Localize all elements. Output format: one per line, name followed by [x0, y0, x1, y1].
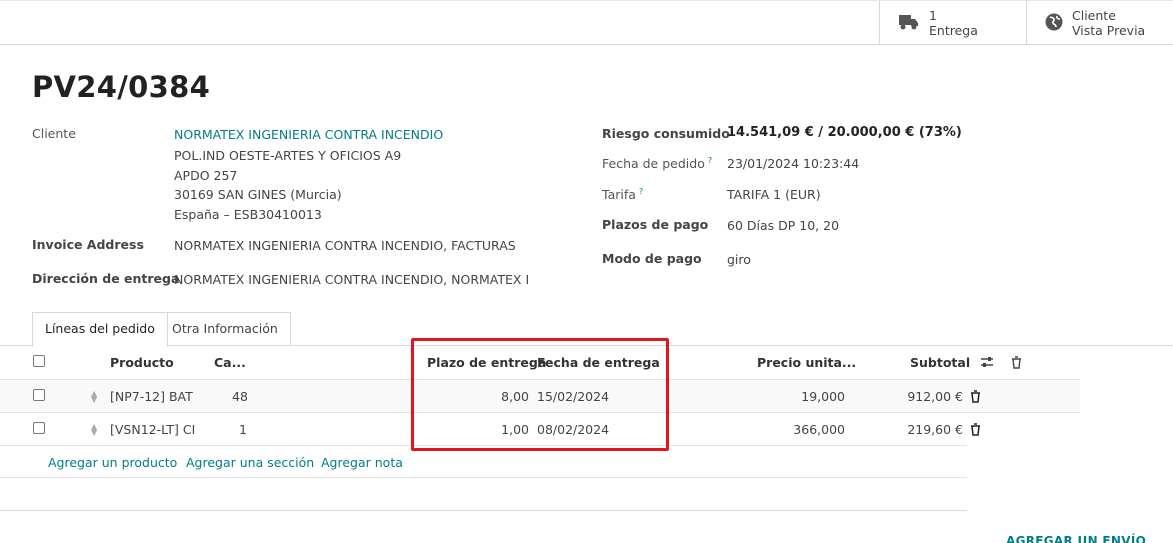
customer-link[interactable]: NORMATEX INGENIERIA CONTRA INCENDIO [174, 127, 443, 142]
help-icon[interactable]: ? [639, 187, 643, 196]
address-line-3: 30169 SAN GINES (Murcia) [174, 187, 342, 202]
globe-icon [1045, 13, 1063, 34]
risk-value: 14.541,09 € / 20.000,00 € (73%) [727, 125, 962, 140]
pricelist-field[interactable]: TARIFA 1 (EUR) [727, 187, 821, 202]
payment-mode-label: Modo de pago [602, 251, 702, 266]
line-subtotal: 912,00 € [907, 389, 963, 404]
truck-icon [898, 13, 920, 34]
order-date-field[interactable]: 23/01/2024 10:23:44 [727, 156, 859, 171]
line-unit-price[interactable]: 19,000 [745, 389, 845, 404]
column-unit-price[interactable]: Precio unita... [757, 355, 856, 370]
help-icon[interactable]: ? [708, 156, 712, 165]
add-shipping-button[interactable]: AGREGAR UN ENVÍO [1006, 534, 1146, 543]
preview-line1: Cliente [1072, 8, 1116, 23]
trash-icon[interactable] [1011, 356, 1022, 372]
order-date-label-text: Fecha de pedido [602, 156, 705, 172]
line-product[interactable]: [NP7-12] BAT [110, 389, 193, 404]
line-product[interactable]: [VSN12-LT] CI [110, 422, 195, 437]
trash-icon[interactable] [970, 423, 981, 439]
trash-icon[interactable] [970, 390, 981, 406]
line-quantity[interactable]: 1 [239, 422, 247, 437]
address-line-4: España – ESB30410013 [174, 207, 322, 222]
drag-handle-icon[interactable]: ▲ ▼ [91, 390, 97, 404]
payment-mode-field[interactable]: giro [727, 252, 751, 267]
preview-line2: Vista Previa [1072, 23, 1146, 38]
column-product[interactable]: Producto [110, 355, 174, 370]
line-subtotal: 219,60 € [907, 422, 963, 437]
invoice-address-field[interactable]: NORMATEX INGENIERIA CONTRA INCENDIO, FAC… [174, 238, 516, 253]
optional-columns-toggle-icon[interactable] [980, 355, 994, 372]
line-unit-price[interactable]: 366,000 [745, 422, 845, 437]
add-product-link[interactable]: Agregar un producto [48, 455, 177, 470]
invoice-address-label: Invoice Address [32, 237, 144, 252]
tab-other-info[interactable]: Otra Información [160, 312, 291, 346]
smart-button-bar: 1 Entrega Cliente Vista Previa [0, 0, 1173, 45]
highlight-box [411, 338, 669, 451]
address-line-1: POL.IND OESTE-ARTES Y OFICIOS A9 [174, 148, 402, 163]
select-all-checkbox[interactable] [33, 355, 45, 367]
row-checkbox[interactable] [33, 422, 45, 434]
line-quantity[interactable]: 48 [232, 389, 248, 404]
divider [0, 510, 967, 511]
payment-terms-label: Plazos de pago [602, 217, 709, 232]
customer-label: Cliente [32, 126, 76, 141]
risk-label: Riesgo consumido [602, 126, 730, 141]
pricelist-label-text: Tarifa [602, 187, 636, 203]
delivery-smart-button[interactable]: 1 Entrega [879, 1, 1027, 45]
address-line-2: APDO 257 [174, 168, 238, 183]
customer-preview-smart-button[interactable]: Cliente Vista Previa [1026, 1, 1173, 45]
add-section-link[interactable]: Agregar una sección [186, 455, 314, 470]
add-note-link[interactable]: Agregar nota [321, 455, 403, 470]
pricelist-label: Tarifa? [602, 187, 643, 202]
order-date-label: Fecha de pedido? [602, 156, 712, 171]
column-subtotal[interactable]: Subtotal [910, 355, 970, 370]
page-title: PV24/0384 [32, 70, 211, 104]
delivery-label: Entrega [929, 23, 978, 38]
delivery-address-label: Dirección de entrega [32, 271, 180, 286]
row-checkbox[interactable] [33, 389, 45, 401]
drag-handle-icon[interactable]: ▲ ▼ [91, 423, 97, 437]
column-quantity[interactable]: Ca... [214, 355, 246, 370]
payment-terms-field[interactable]: 60 Días DP 10, 20 [727, 218, 839, 233]
tab-order-lines[interactable]: Líneas del pedido [32, 312, 168, 347]
delivery-address-field[interactable]: NORMATEX INGENIERIA CONTRA INCENDIO, NOR… [174, 272, 530, 287]
delivery-count: 1 [929, 8, 937, 23]
